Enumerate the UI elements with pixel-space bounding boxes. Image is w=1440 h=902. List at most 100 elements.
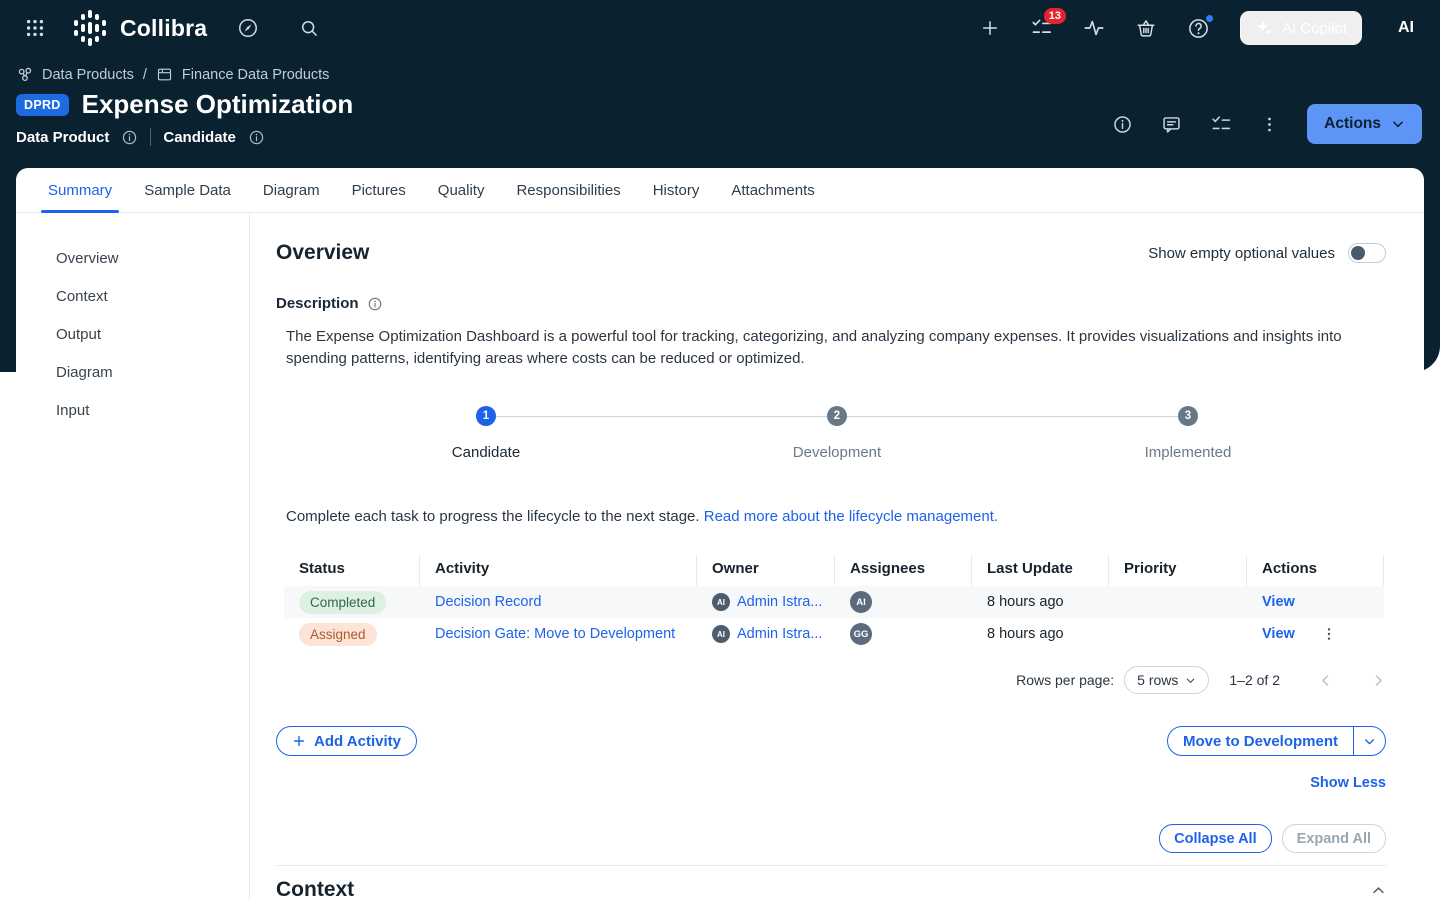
tab-summary[interactable]: Summary [32,168,128,212]
breadcrumb-finance-data-products[interactable]: Finance Data Products [182,67,330,83]
move-to-development-button[interactable]: Move to Development [1168,727,1353,755]
help-icon[interactable] [1187,17,1210,40]
sidebar-item-output[interactable]: Output [56,325,249,345]
show-less-link[interactable]: Show Less [1310,775,1386,791]
assignee-avatar: AI [850,591,872,613]
tab-quality[interactable]: Quality [422,168,501,212]
step-label-candidate: Candidate [452,444,520,461]
owner-link[interactable]: Admin Istra... [737,626,822,642]
column-owner: Owner [697,555,835,586]
step-circle-implemented: 3 [1178,406,1198,426]
toggle-knob [1351,246,1365,260]
previous-page-icon[interactable] [1318,673,1333,688]
domain-icon [16,66,33,83]
expand-all-button[interactable]: Expand All [1282,824,1386,853]
lifecycle-stepper: 1 2 3 [276,406,1386,426]
column-activity: Activity [420,555,697,586]
breadcrumb-separator: / [143,67,147,83]
column-status: Status [284,555,420,586]
overview-heading: Overview [276,241,369,265]
tab-diagram[interactable]: Diagram [247,168,336,212]
status-badge: Assigned [299,623,377,646]
user-avatar[interactable]: AI [1398,19,1414,37]
page-title: Expense Optimization [82,89,354,120]
move-to-development-split-button: Move to Development [1167,726,1386,756]
owner-avatar: AI [712,593,730,611]
actions-button[interactable]: Actions [1307,104,1422,144]
status-info-icon[interactable] [248,129,265,146]
table-header-row: Status Activity Owner Assignees Last Upd… [284,555,1384,586]
top-navigation-bar: Collibra 13 [0,0,1440,56]
tab-attachments[interactable]: Attachments [715,168,830,212]
asset-type-badge: DPRD [16,94,69,116]
step-circle-development: 2 [827,406,847,426]
ai-copilot-label: AI Copilot [1282,20,1347,37]
column-actions: Actions [1247,555,1384,586]
lifecycle-read-more-link[interactable]: Read more about the lifecycle management… [704,508,998,525]
step-label-implemented: Implemented [1145,444,1232,461]
checklist-icon[interactable] [1210,114,1232,135]
context-section-header: Context [276,878,1386,902]
create-plus-icon[interactable] [980,18,1000,38]
marketplace-basket-icon[interactable] [1135,17,1157,39]
app-launcher-icon[interactable] [26,19,44,37]
tasks-icon[interactable]: 13 [1030,17,1053,39]
activity-pulse-icon[interactable] [1083,17,1105,39]
add-activity-button[interactable]: Add Activity [276,726,417,756]
info-icon[interactable] [1112,114,1133,135]
owner-link[interactable]: Admin Istra... [737,594,822,610]
tab-sample-data[interactable]: Sample Data [128,168,247,212]
sidebar-item-input[interactable]: Input [56,401,249,421]
sidebar-item-diagram[interactable]: Diagram [56,363,249,383]
data-product-folder-icon [156,66,173,83]
collapse-all-button[interactable]: Collapse All [1159,824,1271,853]
tab-responsibilities[interactable]: Responsibilities [500,168,636,212]
tasks-count-badge: 13 [1044,8,1066,24]
move-options-caret[interactable] [1353,727,1385,755]
activity-link[interactable]: Decision Gate: Move to Development [435,626,675,642]
tab-bar: Summary Sample Data Diagram Pictures Qua… [16,168,1424,213]
owner-avatar: AI [712,625,730,643]
column-last-update: Last Update [972,555,1109,586]
asset-type-info-icon[interactable] [121,129,138,146]
search-icon[interactable] [299,18,319,38]
activities-table: Status Activity Owner Assignees Last Upd… [284,555,1384,650]
table-row: Assigned Decision Gate: Move to Developm… [284,618,1384,650]
lifecycle-instruction-text: Complete each task to progress the lifec… [286,508,700,525]
collibra-logo[interactable]: Collibra [70,8,207,48]
step-circle-candidate: 1 [476,406,496,426]
page-range: 1–2 of 2 [1229,672,1280,688]
show-empty-values-toggle[interactable] [1348,243,1386,263]
sidebar-item-overview[interactable]: Overview [56,249,249,269]
description-info-icon[interactable] [367,296,383,312]
tab-history[interactable]: History [637,168,716,212]
view-button[interactable]: View [1262,626,1295,642]
lifecycle-status-label: Candidate [163,129,236,146]
ai-copilot-button[interactable]: AI Copilot [1240,11,1362,45]
comments-icon[interactable] [1161,114,1182,135]
step-label-development: Development [793,444,881,461]
activity-link[interactable]: Decision Record [435,594,541,610]
section-divider [276,865,1386,866]
column-priority: Priority [1109,555,1247,586]
view-button[interactable]: View [1262,594,1295,610]
overview-section: Overview Show empty optional values Desc… [250,213,1424,900]
rows-per-page-select[interactable]: 5 rows [1124,666,1209,694]
collapse-context-chevron-up-icon[interactable] [1371,883,1386,898]
chevron-down-icon [1185,675,1196,686]
tab-pictures[interactable]: Pictures [336,168,422,212]
description-text: The Expense Optimization Dashboard is a … [286,326,1348,370]
rows-per-page-label: Rows per page: [1016,672,1114,688]
row-kebab-icon[interactable] [1321,626,1337,642]
collibra-logo-mark [70,8,110,48]
table-pagination: Rows per page: 5 rows 1–2 of 2 [276,666,1386,694]
breadcrumb-data-products[interactable]: Data Products [42,67,134,83]
sidebar-item-context[interactable]: Context [56,287,249,307]
description-label: Description [276,295,359,312]
sparkles-icon [1255,19,1273,37]
more-options-kebab-icon[interactable] [1260,115,1279,134]
add-activity-label: Add Activity [314,733,401,750]
breadcrumb: Data Products / Finance Data Products [16,66,329,83]
next-page-icon[interactable] [1371,673,1386,688]
compass-icon[interactable] [237,17,259,39]
